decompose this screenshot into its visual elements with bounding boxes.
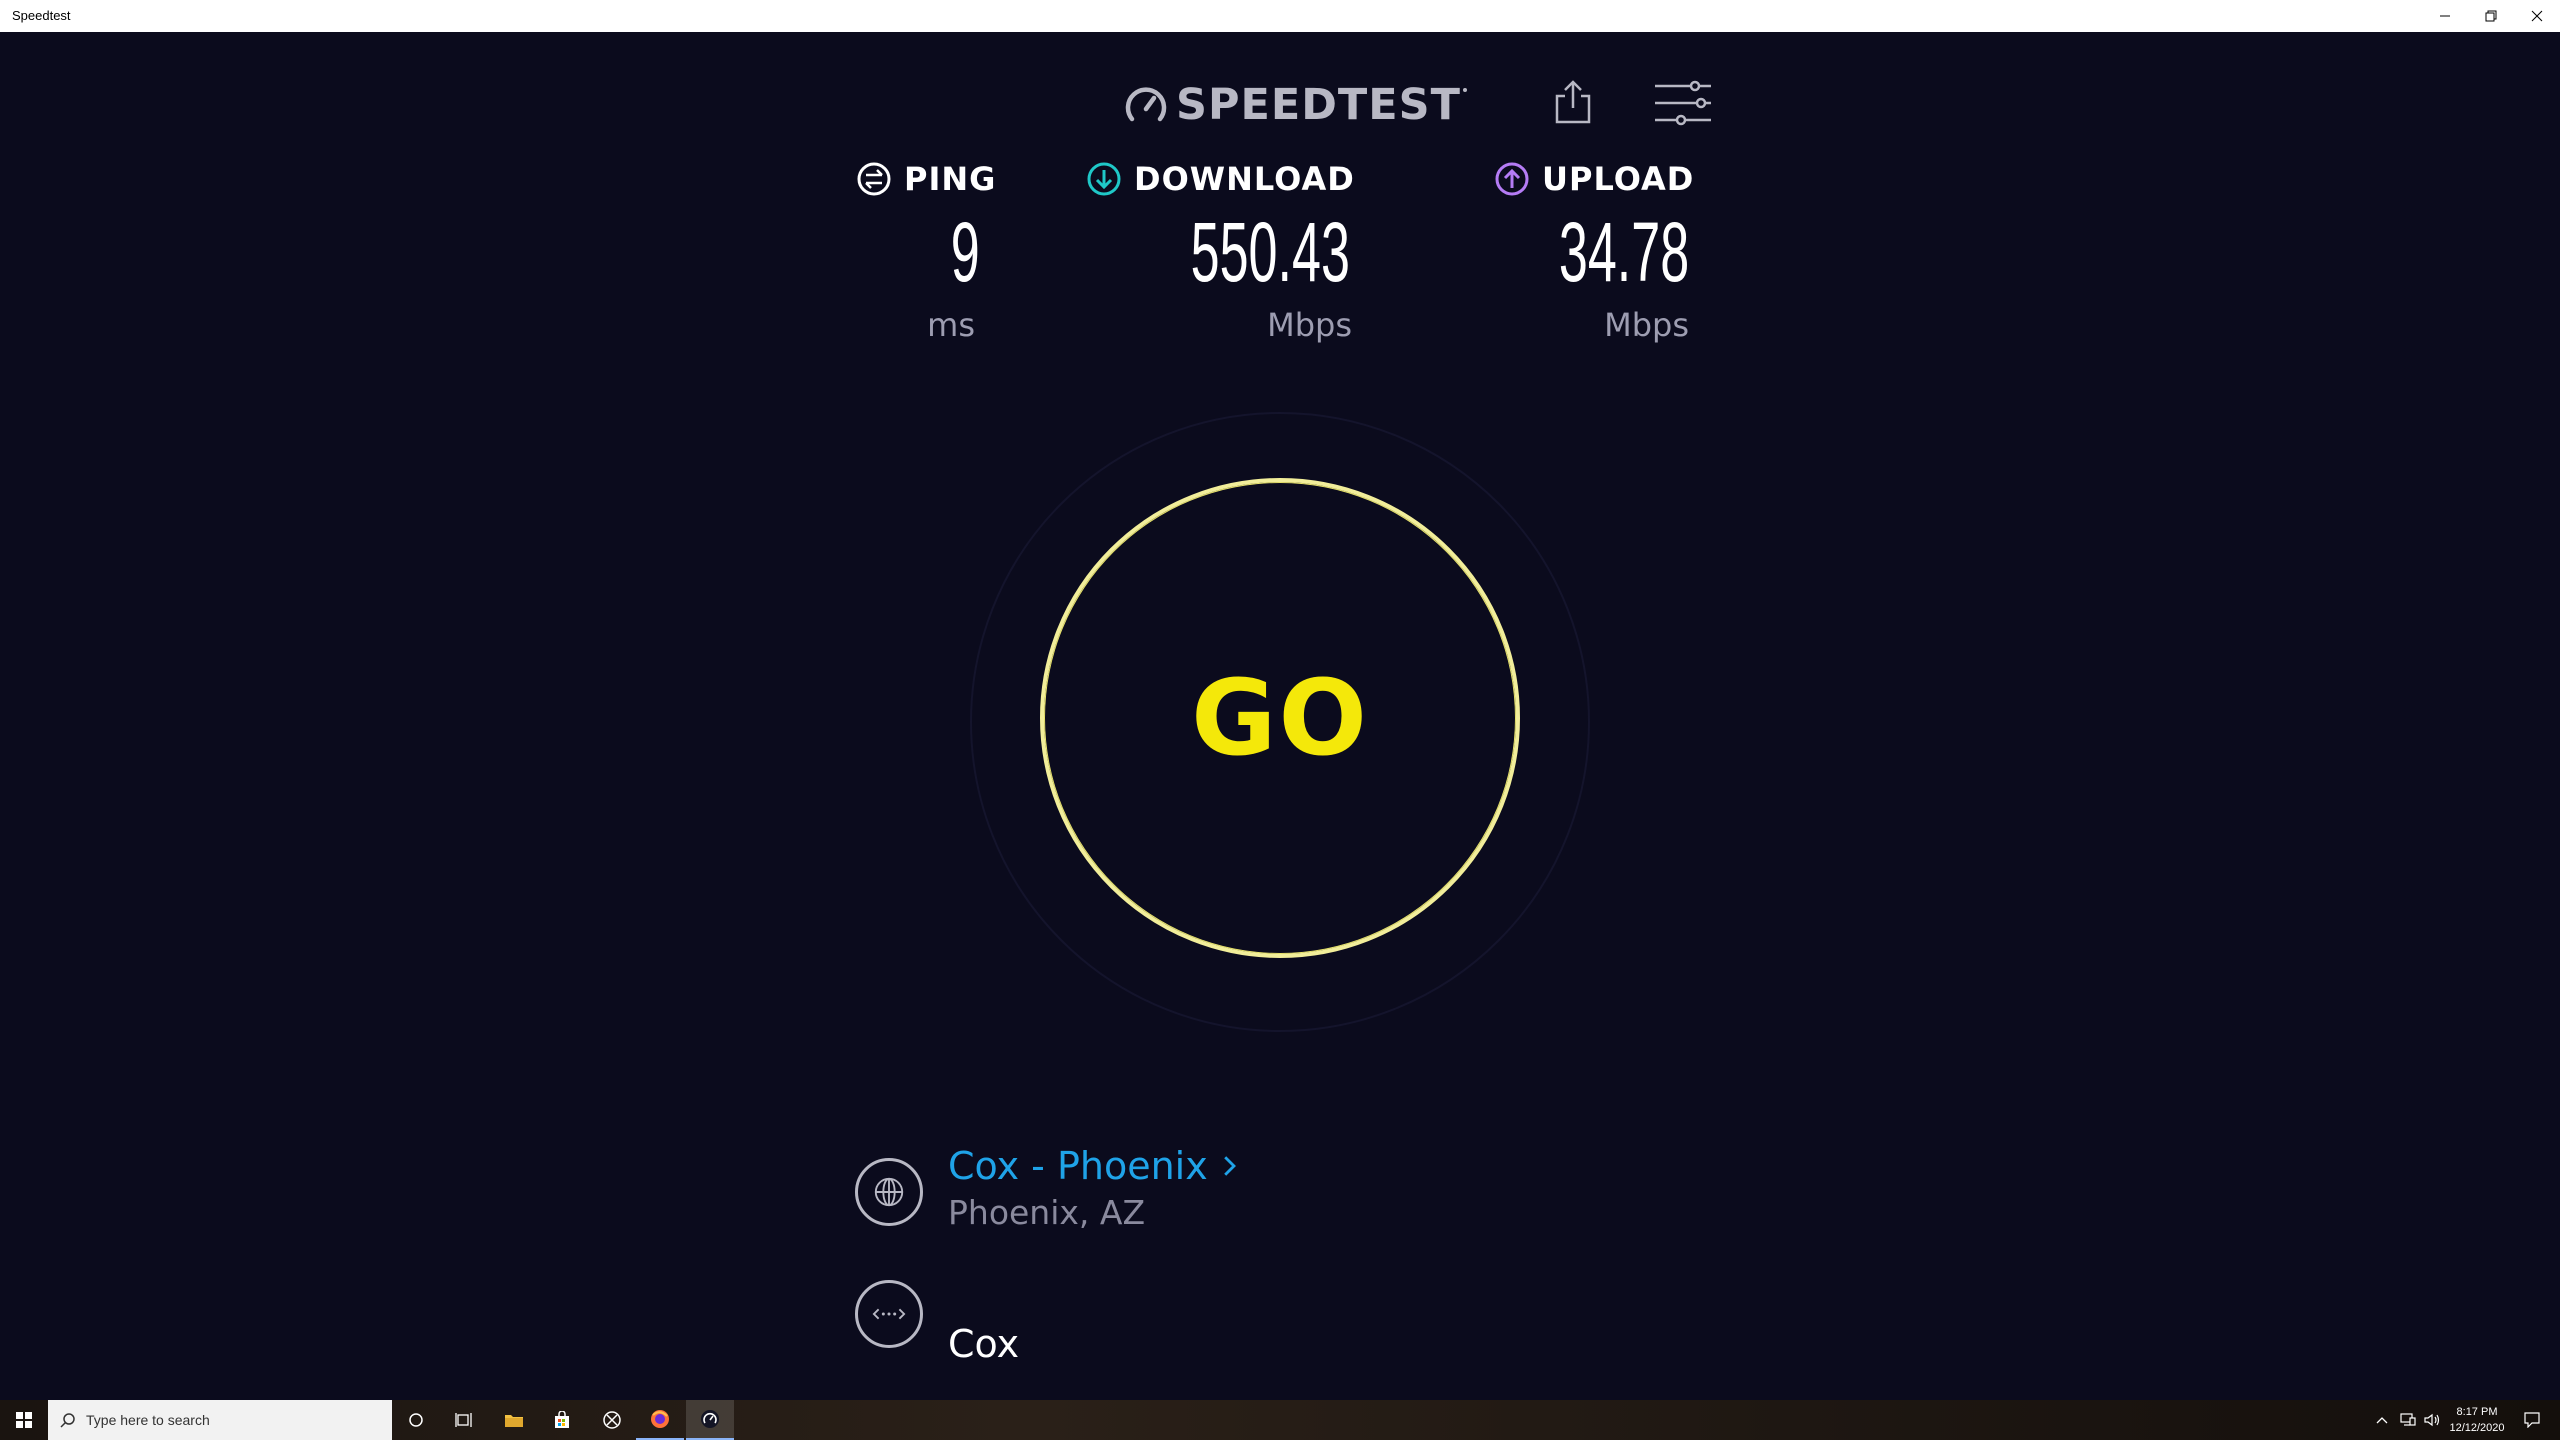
upload-unit: Mbps <box>1604 306 1689 344</box>
folder-icon <box>505 1415 523 1427</box>
taskbar-xbox[interactable] <box>588 1400 636 1440</box>
logo-text: SPEEDTEST <box>1176 80 1461 130</box>
title-bar: Speedtest <box>0 0 2560 32</box>
taskbar-speedtest[interactable] <box>686 1400 734 1440</box>
restore-icon <box>2485 10 2497 22</box>
minimize-icon <box>2440 15 2450 17</box>
share-button[interactable] <box>1548 72 1598 132</box>
volume-tray-button[interactable] <box>2420 1400 2444 1440</box>
cortana-button[interactable] <box>392 1400 440 1440</box>
cortana-circle-icon <box>409 1413 423 1427</box>
speedtest-app-icon <box>701 1410 719 1428</box>
download-unit: Mbps <box>1267 306 1352 344</box>
taskbar-firefox[interactable] <box>636 1400 684 1440</box>
download-header: DOWNLOAD <box>1086 160 1355 198</box>
download-label: DOWNLOAD <box>1134 160 1355 198</box>
task-view-button[interactable] <box>440 1400 488 1440</box>
share-icon <box>1555 80 1591 124</box>
change-server-button[interactable] <box>855 1158 923 1226</box>
ping-header: PING <box>856 160 996 198</box>
download-value: 550.43 <box>1190 205 1350 299</box>
firefox-icon <box>651 1410 669 1428</box>
window-title: Speedtest <box>12 8 71 23</box>
taskbar: Type here to search 8:17 PM 12/12/2020 <box>0 1400 2560 1440</box>
clock-date: 12/12/2020 <box>2449 1422 2505 1434</box>
server-location: Phoenix, AZ <box>948 1193 1146 1232</box>
upload-label: UPLOAD <box>1542 160 1695 198</box>
task-view-icon <box>455 1413 472 1427</box>
volume-icon <box>2424 1413 2440 1427</box>
show-hidden-icons-button[interactable] <box>2370 1400 2394 1440</box>
server-name: Cox - Phoenix <box>948 1144 1208 1188</box>
speedtest-logo: SPEEDTEST <box>1122 80 1467 130</box>
search-icon <box>60 1413 75 1428</box>
network-icon <box>2400 1413 2416 1426</box>
ping-label: PING <box>904 160 997 198</box>
settings-button[interactable] <box>1652 78 1714 128</box>
minimize-button[interactable] <box>2422 0 2468 32</box>
isp-icon-badge <box>855 1280 923 1348</box>
action-center-button[interactable] <box>2512 1400 2552 1440</box>
taskbar-file-explorer[interactable] <box>490 1400 538 1440</box>
chevron-up-icon <box>2376 1417 2388 1424</box>
clock[interactable]: 8:17 PM 12/12/2020 <box>2444 1400 2510 1440</box>
search-placeholder: Type here to search <box>86 1412 210 1428</box>
go-button[interactable]: GO <box>1040 478 1520 958</box>
upload-value: 34.78 <box>1558 205 1689 299</box>
restore-button[interactable] <box>2468 0 2514 32</box>
ping-unit: ms <box>927 306 975 344</box>
globe-icon <box>874 1177 904 1207</box>
clock-time: 8:17 PM <box>2456 1406 2498 1418</box>
chevron-right-icon <box>1223 1156 1236 1176</box>
ping-value: 9 <box>951 205 980 299</box>
taskbar-search-box[interactable]: Type here to search <box>48 1400 392 1440</box>
notification-icon <box>2524 1412 2540 1428</box>
logo-trademark-dot <box>1462 88 1467 92</box>
close-button[interactable] <box>2514 0 2560 32</box>
upload-header: UPLOAD <box>1494 160 1694 198</box>
windows-logo-icon <box>16 1412 32 1428</box>
download-arrow-icon <box>1087 162 1121 196</box>
speedometer-icon <box>1125 87 1167 122</box>
start-button[interactable] <box>0 1400 48 1440</box>
settings-sliders-icon <box>1655 80 1711 126</box>
connection-icon <box>872 1308 906 1320</box>
speedtest-app: SPEEDTEST PING 9 ms DOWNLOAD 550.43 Mbps… <box>0 32 2560 1400</box>
go-label: GO <box>1191 657 1369 779</box>
xbox-icon <box>603 1411 621 1429</box>
server-name-link[interactable]: Cox - Phoenix <box>948 1144 1238 1188</box>
network-tray-button[interactable] <box>2396 1400 2420 1440</box>
ping-icon <box>857 162 891 196</box>
taskbar-store[interactable] <box>538 1400 586 1440</box>
store-bag-icon <box>555 1411 569 1428</box>
close-icon <box>2531 10 2543 22</box>
upload-arrow-icon <box>1495 162 1529 196</box>
isp-name: Cox <box>948 1322 1020 1366</box>
